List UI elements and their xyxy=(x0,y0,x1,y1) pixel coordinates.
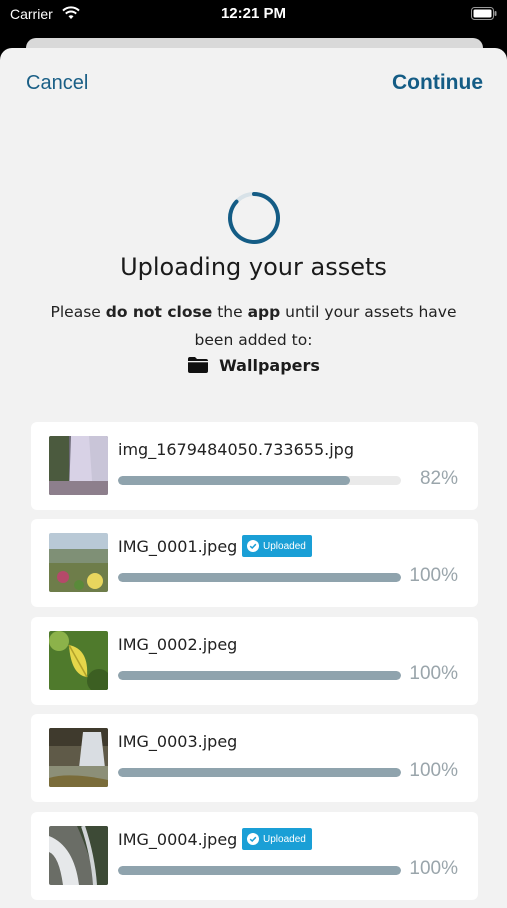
check-circle-icon xyxy=(247,833,259,845)
thumbnail-image xyxy=(49,631,108,690)
progress-percent: 100% xyxy=(409,663,458,684)
file-name: IMG_0003.jpeg xyxy=(118,732,238,751)
thumbnail-image xyxy=(49,826,108,885)
progress-bar xyxy=(118,476,401,485)
battery-icon xyxy=(471,7,497,20)
file-name: img_1679484050.733655.jpg xyxy=(118,440,354,459)
progress-fill xyxy=(118,768,401,777)
folder-name: Wallpapers xyxy=(219,355,320,375)
progress-bar xyxy=(118,768,401,777)
upload-item: IMG_0001.jpeg Uploaded 100% xyxy=(31,519,478,607)
badge-label: Uploaded xyxy=(263,833,306,845)
file-name: IMG_0004.jpeg xyxy=(118,830,238,849)
progress-fill xyxy=(118,476,351,485)
folder-icon xyxy=(188,357,209,373)
upload-item: IMG_0002.jpeg 100% xyxy=(31,617,478,705)
upload-item: img_1679484050.733655.jpg 82% xyxy=(31,422,478,510)
uploaded-badge: Uploaded xyxy=(242,828,312,850)
continue-button[interactable]: Continue xyxy=(392,71,483,95)
thumbnail-image xyxy=(49,436,108,495)
upload-item: IMG_0003.jpeg 100% xyxy=(31,714,478,802)
progress-fill xyxy=(118,866,401,875)
upload-sheet: Cancel Continue Uploading your assets Pl… xyxy=(0,48,507,908)
thumbnail-image xyxy=(49,728,108,787)
file-name: IMG_0002.jpeg xyxy=(118,635,238,654)
cancel-button[interactable]: Cancel xyxy=(26,72,88,95)
progress-percent: 100% xyxy=(409,858,458,879)
progress-fill xyxy=(118,671,401,680)
loading-spinner-icon xyxy=(228,192,280,244)
upload-item: IMG_0004.jpeg Uploaded 100% xyxy=(31,812,478,900)
progress-percent: 100% xyxy=(409,565,458,586)
progress-percent: 82% xyxy=(419,468,458,489)
progress-bar xyxy=(118,866,401,875)
file-name: IMG_0001.jpeg xyxy=(118,537,238,556)
status-bar: Carrier 12:21 PM xyxy=(0,0,507,30)
uploaded-badge: Uploaded xyxy=(242,535,312,557)
check-circle-icon xyxy=(247,540,259,552)
warning-message: Please do not close the app until your a… xyxy=(50,303,457,349)
destination-folder: Wallpapers xyxy=(0,353,507,377)
progress-percent: 100% xyxy=(409,760,458,781)
progress-fill xyxy=(118,573,401,582)
progress-bar xyxy=(118,573,401,582)
badge-label: Uploaded xyxy=(263,540,306,552)
thumbnail-image xyxy=(49,533,108,592)
progress-bar xyxy=(118,671,401,680)
status-time: 12:21 PM xyxy=(220,5,287,22)
page-title: Uploading your assets xyxy=(120,253,387,281)
